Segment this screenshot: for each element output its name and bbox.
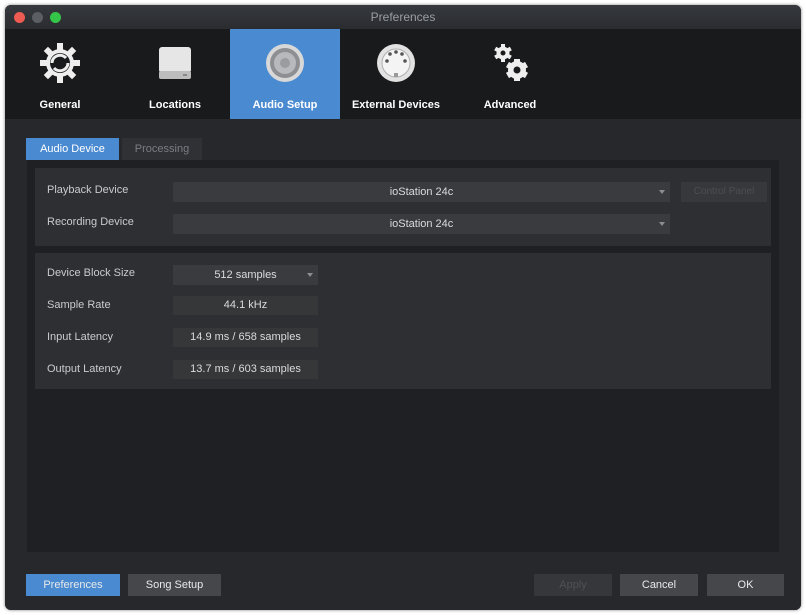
toolbar-item-advanced[interactable]: Advanced: [455, 29, 565, 119]
window-title: Preferences: [370, 10, 436, 24]
chevron-down-icon: [307, 273, 313, 277]
preferences-button[interactable]: Preferences: [26, 574, 120, 596]
chevron-down-icon: [659, 222, 665, 226]
toolbar-label-audio-setup: Audio Setup: [252, 99, 318, 111]
playback-device-label: Playback Device: [47, 184, 129, 196]
toolbar-item-external-devices[interactable]: External Devices: [341, 29, 451, 119]
control-panel-button[interactable]: Control Panel: [681, 182, 767, 202]
preferences-toolbar: General Locations Audio Setup External D…: [5, 29, 801, 119]
toolbar-label-advanced: Advanced: [483, 99, 537, 111]
apply-button[interactable]: Apply: [534, 574, 612, 596]
song-setup-button[interactable]: Song Setup: [128, 574, 221, 596]
midi-connector-icon: [341, 41, 451, 87]
device-settings-section: Device Block Size 512 samples Sample Rat…: [35, 253, 771, 389]
recording-device-select[interactable]: ioStation 24c: [173, 214, 670, 234]
output-latency-label: Output Latency: [47, 363, 122, 375]
preferences-window: Preferences General Locations Audio Setu…: [5, 5, 801, 610]
recording-device-value: ioStation 24c: [389, 218, 454, 230]
tab-processing[interactable]: Processing: [122, 138, 202, 160]
input-latency-value: 14.9 ms / 658 samples: [173, 328, 318, 347]
sample-rate-label: Sample Rate: [47, 299, 111, 311]
ok-button[interactable]: OK: [707, 574, 784, 596]
toolbar-label-general: General: [39, 99, 81, 111]
toolbar-item-general[interactable]: General: [5, 29, 115, 119]
toolbar-label-external-devices: External Devices: [351, 99, 441, 111]
audio-device-panel: Playback Device ioStation 24c Control Pa…: [27, 160, 779, 552]
gear-icon: [5, 41, 115, 87]
block-size-select[interactable]: 512 samples: [173, 265, 318, 285]
toolbar-item-audio-setup[interactable]: Audio Setup: [230, 29, 340, 119]
title-bar: Preferences: [5, 5, 801, 30]
input-latency-label: Input Latency: [47, 331, 114, 343]
chevron-down-icon: [659, 190, 665, 194]
block-size-label: Device Block Size: [47, 267, 136, 279]
preferences-content: Audio Device Processing Playback Device …: [5, 119, 801, 610]
gears-icon: [455, 41, 565, 87]
tab-audio-device[interactable]: Audio Device: [26, 138, 119, 160]
toolbar-label-locations: Locations: [149, 99, 201, 111]
block-size-value: 512 samples: [214, 269, 277, 281]
cancel-button[interactable]: Cancel: [620, 574, 698, 596]
recording-device-label: Recording Device: [47, 216, 134, 228]
output-latency-value: 13.7 ms / 603 samples: [173, 360, 318, 379]
device-section: Playback Device ioStation 24c Control Pa…: [35, 168, 771, 246]
drive-icon: [120, 41, 230, 87]
toolbar-item-locations[interactable]: Locations: [120, 29, 230, 119]
sample-rate-value: 44.1 kHz: [173, 296, 318, 315]
speaker-icon: [230, 41, 340, 87]
playback-device-select[interactable]: ioStation 24c: [173, 182, 670, 202]
playback-device-value: ioStation 24c: [389, 186, 454, 198]
